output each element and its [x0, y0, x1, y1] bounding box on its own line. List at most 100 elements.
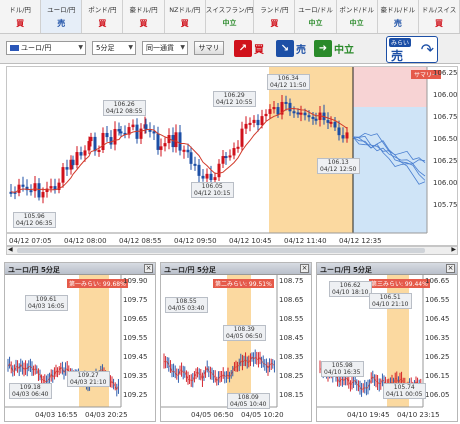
price-callout: 106.29 04/12 10:55: [213, 91, 256, 107]
tab-signal-badge: 買: [16, 19, 25, 28]
candle: [197, 164, 201, 176]
main-chart[interactable]: サマリー 106.25 106.00 106.75 106.50 106.25 106.0…: [6, 66, 458, 246]
callout-price: 108.55: [175, 298, 197, 305]
tab-3[interactable]: 豪ドル/円買: [123, 0, 165, 33]
price-callout: 106.13 04/12 12:50: [317, 158, 360, 174]
chart-scrollbar[interactable]: ◀ ▶: [6, 246, 458, 255]
tab-2[interactable]: ポンド/円買: [82, 0, 124, 33]
y-tick-label: 106.25: [433, 157, 458, 165]
candle: [33, 183, 37, 192]
callout-time: 04/10 21:10: [372, 301, 409, 308]
candle: [333, 121, 337, 128]
price-callout: 106.62 04/10 18:10: [329, 281, 372, 297]
summary-button[interactable]: サマリ: [194, 41, 224, 55]
y-tick-label: 106.55: [425, 296, 450, 304]
tab-pair-label: ポンド/ドル: [339, 6, 375, 14]
y-tick-label: 105.75: [433, 201, 458, 209]
tab-signal-badge: 買: [139, 19, 148, 28]
candle: [299, 112, 303, 115]
tab-signal-badge: 買: [270, 19, 279, 28]
sell-button[interactable]: ↘ 売: [276, 39, 306, 58]
buy-button[interactable]: ↗ 買: [234, 39, 264, 58]
curved-arrow-icon: ↷: [420, 40, 434, 59]
candle: [163, 143, 167, 147]
sync-select[interactable]: 同一通貨 ▼: [142, 41, 188, 55]
y-tick-label: 106.00: [433, 91, 458, 99]
tab-6[interactable]: ランド/円買: [254, 0, 296, 33]
candle: [37, 183, 41, 198]
tab-8[interactable]: ポンド/ドル 中立: [337, 0, 378, 33]
up-arrow-icon: ↗: [234, 40, 252, 57]
currency-tabs: ドル/円買ユーロ/円売ポンド/円買豪ドル/円買 NZドル/円買スイスフラン/円 中立…: [0, 0, 460, 34]
callout-time: 04/05 03:40: [168, 305, 205, 312]
candle: [288, 102, 292, 112]
tab-signal-badge: 買: [180, 19, 189, 28]
mirai-caption: みらい: [389, 38, 412, 47]
callout-time: 04/10 16:35: [324, 369, 361, 376]
candle: [89, 136, 93, 142]
callout-price: 106.34: [277, 75, 299, 82]
callout-time: 04/03 21:10: [70, 379, 107, 386]
candle: [178, 132, 182, 151]
y-tick-label: 106.45: [425, 315, 450, 323]
close-icon[interactable]: ×: [300, 264, 309, 273]
tab-pair-label: 豪ドル/ドル: [380, 6, 416, 14]
price-callout: 109.18 04/03 06:40: [9, 383, 52, 399]
panel-header: ユーロ/円 5分足 ×: [5, 263, 155, 275]
tab-9[interactable]: 豪ドル/ドル売: [378, 0, 419, 33]
scroll-thumb[interactable]: [17, 248, 425, 253]
interval-select[interactable]: 5分足 ▼: [92, 41, 136, 55]
tab-signal-badge: 買: [98, 19, 107, 28]
tab-signal-badge: 売: [393, 19, 402, 28]
price-callout: 106.05 04/12 10:15: [191, 182, 234, 198]
candle: [252, 119, 256, 123]
candle: [159, 146, 163, 150]
neutral-label: 中立: [334, 45, 354, 56]
similar-chart-3[interactable]: ユーロ/円 5分足 × 第三みらい: 99.44% 106.65 106.55 106.…: [316, 262, 458, 422]
y-tick-label: 106.75: [433, 113, 458, 121]
scroll-right-icon[interactable]: ▶: [451, 246, 456, 253]
mirai-signal[interactable]: みらい 売 ↷: [386, 36, 438, 63]
candle: [156, 133, 160, 150]
candle: [119, 131, 123, 134]
price-callout: 108.09 04/05 10:40: [227, 393, 270, 409]
chevron-down-icon: ▼: [78, 44, 83, 51]
price-callout: 109.27 04/03 21:10: [67, 371, 110, 387]
callout-price: 106.51: [379, 294, 401, 301]
tab-pair-label: スイスフラン/円: [205, 6, 254, 14]
pair-select[interactable]: ユーロ/円 ▼: [6, 41, 86, 55]
tab-10[interactable]: ドル/スイス買: [419, 0, 460, 33]
price-callout: 108.55 04/05 03:40: [165, 297, 208, 313]
candle: [41, 192, 45, 198]
x-tick-label: 04/12 09:50: [174, 237, 217, 245]
callout-time: 04/03 06:40: [12, 391, 49, 398]
tab-pair-label: 豪ドル/円: [129, 6, 158, 14]
tab-0[interactable]: ドル/円買: [0, 0, 42, 33]
close-icon[interactable]: ×: [144, 264, 153, 273]
callout-price: 108.39: [233, 326, 255, 333]
close-icon[interactable]: ×: [446, 264, 455, 273]
callout-time: 04/12 12:50: [320, 166, 357, 173]
tab-7[interactable]: ユーロ/ドル 中立: [295, 0, 337, 33]
candle: [87, 141, 91, 151]
tab-1[interactable]: ユーロ/円売: [41, 0, 83, 33]
tab-4[interactable]: NZドル/円買: [165, 0, 206, 33]
panel-header: ユーロ/円 5分足 ×: [161, 263, 311, 275]
similar-chart-1[interactable]: ユーロ/円 5分足 × 第一みらい: 99.68% 109.90 109.75 109.…: [4, 262, 156, 422]
candle: [329, 121, 333, 124]
candle: [144, 124, 148, 130]
neutral-button[interactable]: ➜ 中立: [314, 39, 354, 58]
candle: [201, 175, 205, 179]
callout-price: 105.74: [393, 384, 415, 391]
scroll-left-icon[interactable]: ◀: [8, 246, 13, 253]
pair-select-value: ユーロ/円: [21, 44, 52, 52]
candle: [109, 137, 113, 145]
tab-signal-badge: 買: [434, 19, 443, 28]
y-tick-label: 109.25: [123, 391, 148, 399]
similar-chart-2[interactable]: ユーロ/円 5分足 × 第二みらい: 99.51% 108.75 108.65 108.…: [160, 262, 312, 422]
x-tick-label: 04/10 23:15: [397, 411, 440, 419]
x-tick-label: 04/05 10:20: [241, 411, 284, 419]
callout-time: 04/12 06:35: [16, 220, 53, 227]
tab-5[interactable]: スイスフラン/円 中立: [206, 0, 255, 33]
callout-time: 04/11 00:05: [386, 391, 423, 398]
